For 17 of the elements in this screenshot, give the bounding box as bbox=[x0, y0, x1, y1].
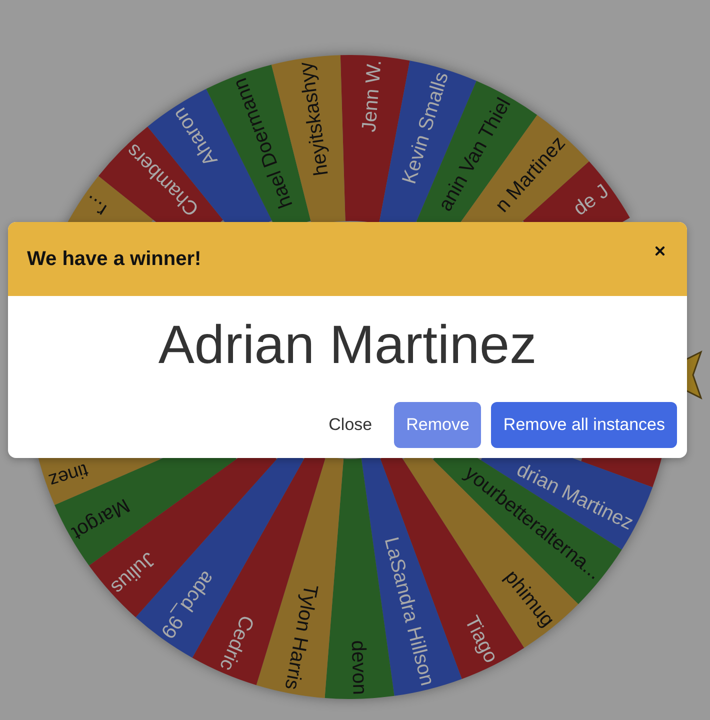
segment-label: Jenn W. bbox=[358, 59, 386, 133]
segment-label: de J bbox=[570, 180, 614, 220]
segment-label: devon bbox=[346, 640, 370, 696]
segment-label: Cedric bbox=[215, 612, 258, 674]
segment-label: Tylon Harris bbox=[280, 582, 322, 692]
remove-all-button[interactable]: Remove all instances bbox=[491, 402, 677, 448]
close-icon bbox=[653, 244, 667, 258]
remove-button[interactable]: Remove bbox=[394, 402, 482, 448]
segment-label: Tiago bbox=[460, 612, 502, 666]
segment-label: tinez bbox=[46, 458, 91, 491]
close-button[interactable] bbox=[653, 244, 667, 258]
segment-label: r... bbox=[80, 190, 111, 221]
dialog-title: We have a winner! bbox=[27, 247, 202, 272]
segment-label: LaSandra Hillson bbox=[380, 534, 438, 688]
winner-name: Adrian Martinez bbox=[158, 314, 537, 377]
segment-label: heyitskashyy bbox=[295, 60, 333, 177]
close-text-button[interactable]: Close bbox=[316, 402, 384, 448]
